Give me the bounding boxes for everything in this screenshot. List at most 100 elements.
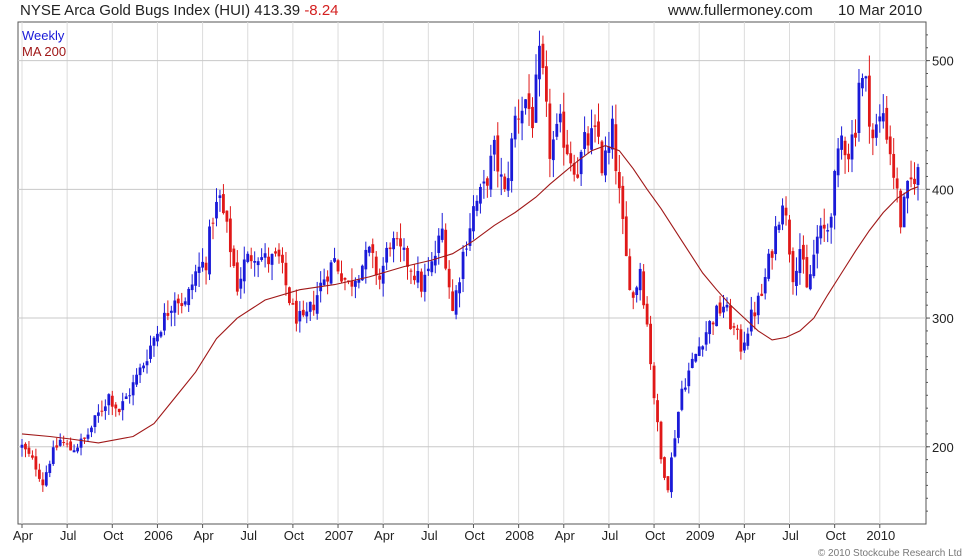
candle-down (343, 277, 347, 280)
candle-down (867, 75, 871, 127)
candle-down (652, 365, 656, 399)
candle-up (826, 230, 830, 232)
candle-up (850, 134, 854, 160)
candle-down (374, 256, 378, 276)
candle-up (187, 288, 191, 306)
x-tick-label: Oct (103, 528, 124, 543)
candle-up (416, 270, 420, 283)
candle-up (121, 401, 125, 411)
candle-up (103, 406, 107, 411)
candle-up (333, 258, 336, 262)
candle-down (176, 298, 180, 304)
candle-down (27, 447, 31, 454)
candle-down (847, 153, 850, 160)
candle-down (31, 455, 34, 458)
candle-up (916, 167, 920, 185)
candle-up (76, 447, 79, 452)
candle-up (774, 226, 778, 255)
candle-down (235, 262, 239, 292)
candle-down (788, 219, 791, 255)
candle-down (284, 262, 288, 286)
candle-down (399, 238, 402, 247)
legend-entry: Weekly (22, 28, 65, 43)
candle-down (228, 218, 232, 253)
candle-up (492, 139, 496, 155)
candle-up (246, 253, 250, 262)
candle-up (322, 279, 326, 286)
candle-down (597, 121, 600, 137)
candle-up (763, 277, 767, 294)
candle-up (298, 311, 302, 322)
candle-up (579, 151, 583, 175)
candle-up (815, 236, 819, 254)
candle-up (680, 388, 684, 410)
candle-down (114, 404, 118, 409)
copyright-text: © 2010 Stockcube Research Ltd (817, 548, 962, 559)
candle-down (642, 271, 646, 306)
candle-down (770, 251, 774, 258)
x-tick-label: Apr (193, 528, 214, 543)
candle-up (131, 382, 135, 396)
candle-down (593, 125, 597, 127)
candle-down (843, 140, 847, 156)
candle-up (583, 132, 587, 149)
candle-down (760, 293, 764, 296)
candle-down (447, 268, 451, 288)
candle-up (48, 463, 52, 474)
candle-down (729, 305, 732, 330)
candle-down (409, 270, 413, 272)
y-tick-label: 300 (932, 311, 954, 326)
candle-down (805, 257, 809, 288)
candle-down (888, 136, 892, 155)
candle-up (861, 77, 864, 89)
candle-up (169, 310, 173, 313)
candle-up (440, 228, 444, 240)
candle-up (93, 415, 97, 428)
candle-up (520, 110, 524, 124)
candle-up (840, 135, 843, 150)
candle-down (69, 441, 73, 451)
candle-down (281, 254, 284, 263)
candle-down (621, 185, 625, 219)
x-tick-label: Apr (374, 528, 395, 543)
candle-up (510, 138, 514, 182)
x-tick-label: Jul (602, 528, 619, 543)
candle-down (180, 303, 184, 307)
candle-up (392, 238, 395, 250)
candle-up (798, 249, 802, 274)
candle-down (451, 291, 455, 311)
candle-up (86, 434, 90, 439)
candle-down (801, 244, 805, 260)
candle-up (499, 174, 503, 177)
x-tick-label: Oct (464, 528, 485, 543)
candle-down (444, 229, 448, 269)
candle-down (614, 124, 618, 172)
candle-up (173, 300, 177, 313)
candle-up (357, 279, 361, 283)
candle-up (902, 196, 906, 228)
candle-down (419, 271, 423, 292)
candle-up (635, 287, 639, 296)
candle-down (617, 171, 621, 189)
candle-up (218, 195, 222, 198)
candle-down (211, 222, 215, 224)
candle-down (232, 248, 236, 267)
candle-down (340, 273, 343, 282)
candle-up (749, 309, 753, 332)
candle-down (895, 178, 899, 189)
candle-up (704, 332, 708, 345)
candle-up (819, 225, 823, 239)
candle-up (878, 116, 882, 122)
candle-up (458, 282, 461, 294)
candle-down (222, 194, 225, 214)
x-tick-label: Apr (13, 528, 34, 543)
candle-down (41, 479, 45, 486)
y-tick-label: 400 (932, 182, 954, 197)
candle-up (673, 438, 677, 457)
price-chart: Apr Jul Oct 2006 Apr Jul Oct 2007 Apr Jul Oct 2008 A… (13, 21, 954, 543)
candle-up (430, 261, 434, 273)
candle-up (402, 247, 406, 250)
candle-down (649, 323, 652, 365)
candle-up (722, 306, 725, 313)
x-tick-label: 2007 (325, 528, 354, 543)
